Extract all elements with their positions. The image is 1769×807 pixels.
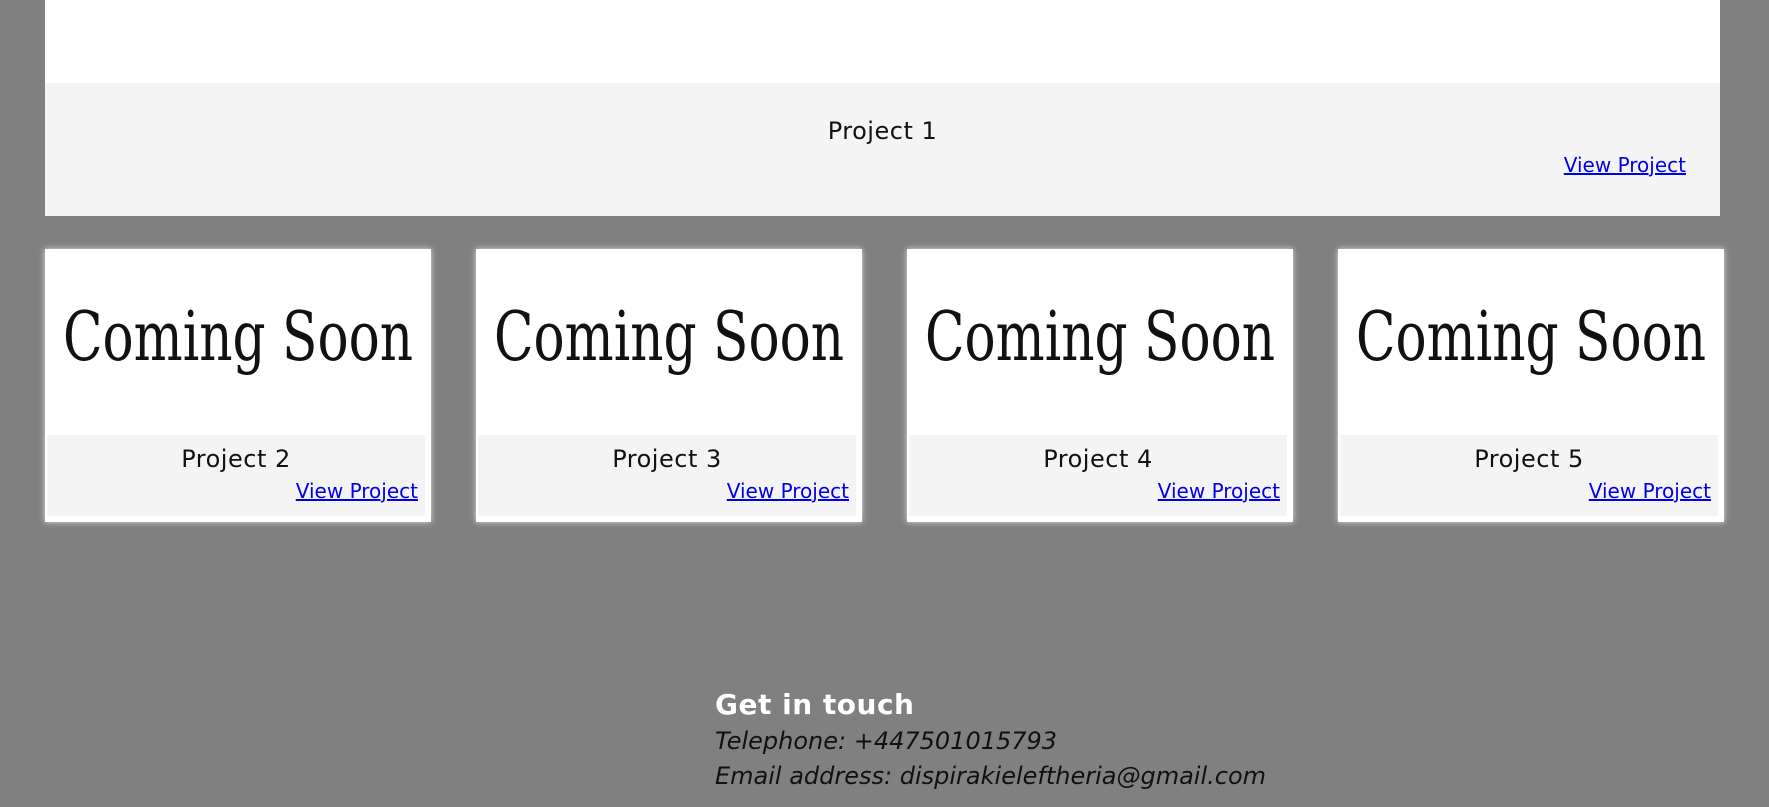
project-card: Coming Soon Project 4 View Project [907,249,1293,522]
coming-soon-text: Coming Soon [1356,298,1706,377]
project-caption: Project 2 View Project [47,435,425,516]
coming-soon-graphic: Coming Soon [63,298,413,377]
project-card: Coming Soon Project 3 View Project [476,249,862,522]
project-card: Coming Soon Project 2 View Project [45,249,431,522]
featured-project-image [45,0,1720,83]
contact-section: Get in touch Telephone: +447501015793 Em… [715,688,1266,797]
project-title: Project 1 [827,117,938,145]
featured-project-caption: Project 1 View Project [45,83,1720,216]
project-caption: Project 3 View Project [478,435,856,516]
coming-soon-image: Coming Soon [907,249,1293,435]
project-title: Project 4 [1043,445,1153,473]
view-project-link[interactable]: View Project [727,479,849,503]
project-title: Project 3 [612,445,722,473]
coming-soon-graphic: Coming Soon [1356,298,1706,377]
email-text: Email address: dispirakieleftheria@gmail… [715,762,1267,790]
project-card: Coming Soon Project 5 View Project [1338,249,1724,522]
project-title: Project 5 [1474,445,1584,473]
coming-soon-text: Coming Soon [925,298,1275,377]
project-caption: Project 4 View Project [909,435,1287,516]
view-project-link[interactable]: View Project [1589,479,1711,503]
view-project-link[interactable]: View Project [1564,153,1686,177]
coming-soon-graphic: Coming Soon [494,298,844,377]
project-title: Project 2 [181,445,291,473]
telephone-text: Telephone: +447501015793 [715,727,1058,755]
featured-project-card: Project 1 View Project [45,0,1720,216]
coming-soon-graphic: Coming Soon [925,298,1275,377]
view-project-link[interactable]: View Project [296,479,418,503]
coming-soon-text: Coming Soon [63,298,413,377]
project-caption: Project 5 View Project [1340,435,1718,516]
contact-heading: Get in touch [715,688,915,721]
coming-soon-image: Coming Soon [45,249,431,435]
coming-soon-image: Coming Soon [476,249,862,435]
coming-soon-image: Coming Soon [1338,249,1724,435]
view-project-link[interactable]: View Project [1158,479,1280,503]
coming-soon-text: Coming Soon [494,298,844,377]
